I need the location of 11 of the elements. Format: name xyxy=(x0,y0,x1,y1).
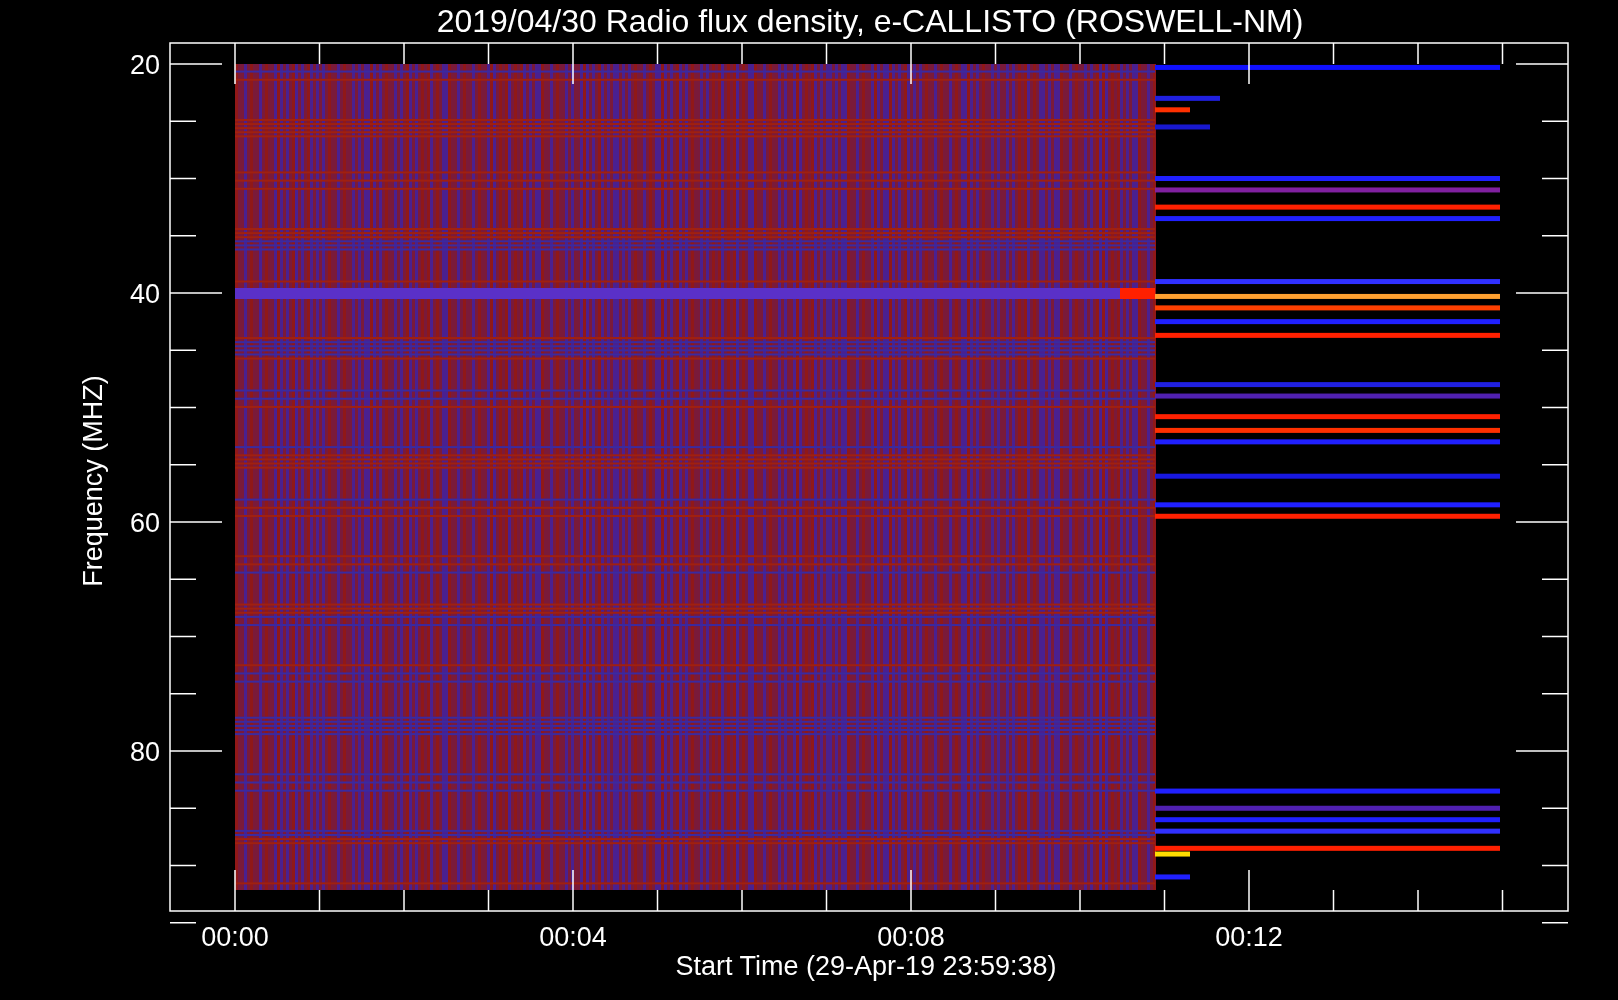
x-tick-label: 00:08 xyxy=(877,922,945,952)
x-tick-label: 00:04 xyxy=(539,922,607,952)
chart-title: 2019/04/30 Radio flux density, e-CALLISTO (ROSWELL-NM) xyxy=(436,3,1304,39)
y-tick-label: 80 xyxy=(129,737,160,767)
x-tick-label: 00:12 xyxy=(1215,922,1283,952)
x-tick-label: 00:00 xyxy=(201,922,269,952)
y-tick-label: 40 xyxy=(129,279,160,309)
y-axis-label: Frequency (MHZ) xyxy=(78,375,108,587)
x-axis-label: Start Time (29-Apr-19 23:59:38) xyxy=(675,951,1057,981)
y-tick-label: 20 xyxy=(129,50,160,80)
y-tick-label: 60 xyxy=(129,508,160,538)
